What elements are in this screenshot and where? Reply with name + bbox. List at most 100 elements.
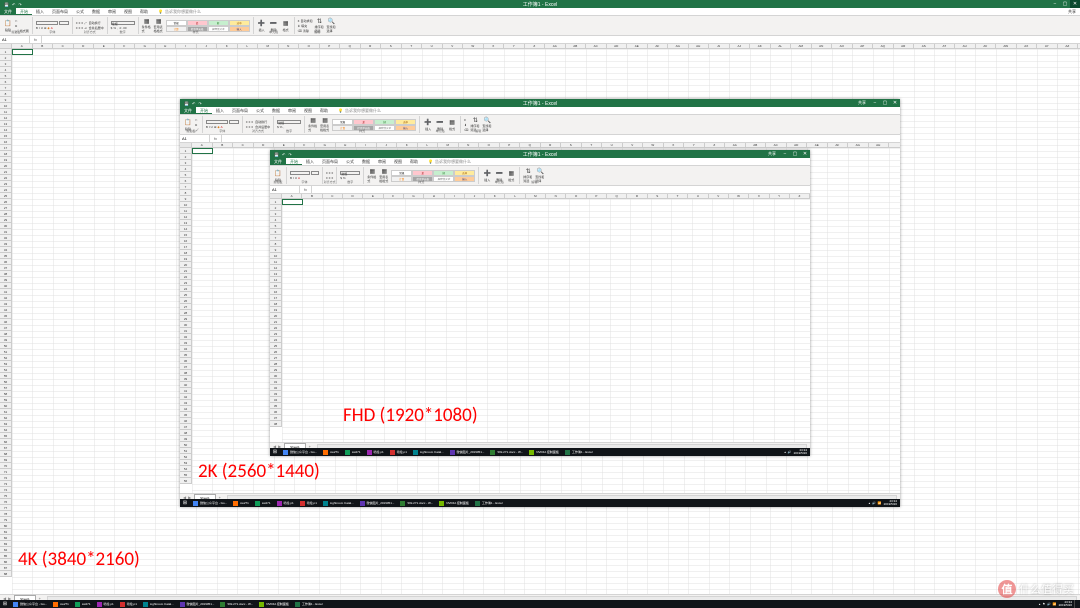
column-header[interactable]: V <box>443 44 464 48</box>
close-button[interactable]: ✕ <box>890 99 900 107</box>
column-header[interactable]: AQ <box>873 44 894 48</box>
taskbar-item[interactable]: 工作簿1 - Excel <box>472 499 506 507</box>
column-header[interactable]: P <box>587 194 607 198</box>
formula-input[interactable] <box>42 36 1080 43</box>
taskbar-item[interactable]: sw271 <box>342 448 364 456</box>
taskbar-item[interactable]: SW-271.docx - W... <box>217 600 256 608</box>
row-header[interactable]: 88 <box>0 571 12 577</box>
taskbar-item[interactable]: NVIDIA 控制面板 <box>526 448 562 456</box>
taskbar-item[interactable]: sw271 <box>50 600 72 608</box>
column-header[interactable]: T <box>402 44 423 48</box>
column-header[interactable]: AC <box>766 143 787 147</box>
column-header[interactable]: AC <box>586 44 607 48</box>
column-header[interactable]: AV <box>976 44 997 48</box>
column-header[interactable]: K <box>217 44 238 48</box>
column-header[interactable]: Q <box>607 194 627 198</box>
tab-formulas[interactable]: 公式 <box>72 8 88 15</box>
column-header[interactable]: A <box>282 194 302 198</box>
column-header[interactable]: AG <box>848 143 869 147</box>
column-header[interactable]: N <box>459 143 480 147</box>
taskbar-item[interactable]: 喷绘.p1 <box>274 499 297 507</box>
taskbar-item[interactable]: sw271 <box>72 600 94 608</box>
taskbar-item[interactable]: 微信图片_2019051... <box>447 448 488 456</box>
start-button[interactable]: ⊞ <box>0 600 10 608</box>
column-header[interactable]: M <box>258 44 279 48</box>
column-header[interactable]: F <box>384 194 404 198</box>
column-header[interactable]: X <box>664 143 685 147</box>
column-header[interactable]: Z <box>705 143 726 147</box>
column-header[interactable]: AX <box>1017 44 1038 48</box>
column-header[interactable]: W <box>729 194 749 198</box>
column-header[interactable]: AD <box>607 44 628 48</box>
column-header[interactable]: Y <box>504 44 525 48</box>
column-header[interactable]: AE <box>627 44 648 48</box>
column-header[interactable]: AB <box>566 44 587 48</box>
column-header[interactable]: L <box>418 143 439 147</box>
tell-me-search[interactable]: 告诉我你想要做什么 <box>158 8 201 15</box>
column-header[interactable]: W <box>463 44 484 48</box>
save-icon[interactable]: 💾 <box>4 2 9 7</box>
taskbar-item[interactable]: NVIDIA 控制面板 <box>256 600 292 608</box>
column-header[interactable]: T <box>668 194 688 198</box>
column-header[interactable]: AY <box>1037 44 1058 48</box>
column-header[interactable]: D <box>74 44 95 48</box>
column-header[interactable]: AD <box>787 143 808 147</box>
row-header[interactable]: 56 <box>180 478 192 484</box>
column-header[interactable]: AR <box>894 44 915 48</box>
column-header[interactable]: U <box>602 143 623 147</box>
column-header[interactable]: J <box>465 194 485 198</box>
column-header[interactable]: D <box>343 194 363 198</box>
column-header[interactable]: T <box>582 143 603 147</box>
column-header[interactable]: Q <box>520 143 541 147</box>
column-header[interactable]: B <box>213 143 234 147</box>
column-header[interactable]: B <box>33 44 54 48</box>
column-header[interactable]: X <box>484 44 505 48</box>
column-header[interactable]: AO <box>832 44 853 48</box>
column-header[interactable]: I <box>445 194 465 198</box>
column-header[interactable]: L <box>505 194 525 198</box>
column-header[interactable]: E <box>274 143 295 147</box>
column-header[interactable]: AG <box>668 44 689 48</box>
taskbar-item[interactable]: SW-271.docx - W... <box>397 499 436 507</box>
column-header[interactable]: AM <box>791 44 812 48</box>
tab-home[interactable]: 开始 <box>16 8 32 15</box>
column-header[interactable]: Z <box>790 194 810 198</box>
tab-file[interactable]: 文件 <box>0 8 16 15</box>
column-header[interactable]: S <box>648 194 668 198</box>
column-header[interactable]: R <box>361 44 382 48</box>
minimize-button[interactable]: − <box>1050 0 1060 8</box>
column-header[interactable]: AF <box>828 143 849 147</box>
column-header[interactable]: J <box>377 143 398 147</box>
taskbar-item[interactable]: Lightroom Catal... <box>320 499 357 507</box>
column-header[interactable]: R <box>627 194 647 198</box>
taskbar-item[interactable]: NVIDIA 控制面板 <box>436 499 472 507</box>
column-header[interactable]: O <box>479 143 500 147</box>
column-header[interactable]: AN <box>812 44 833 48</box>
column-header[interactable]: AB <box>746 143 767 147</box>
system-tray[interactable]: ▴⚑🔊📶 23:342019/5/20 <box>1036 600 1080 608</box>
taskbar-item[interactable]: 微信图片_2019051... <box>177 600 218 608</box>
name-box[interactable]: A1 <box>0 36 30 43</box>
show-desktop-button[interactable] <box>1074 600 1077 608</box>
column-header[interactable]: P <box>500 143 521 147</box>
column-header[interactable]: F <box>115 44 136 48</box>
column-header[interactable]: N <box>279 44 300 48</box>
taskbar-item[interactable]: 微信公众平台 - Go... <box>190 499 230 507</box>
column-header[interactable]: F <box>295 143 316 147</box>
column-header[interactable]: AZ <box>1058 44 1079 48</box>
column-header[interactable]: AE <box>807 143 828 147</box>
column-header[interactable]: O <box>566 194 586 198</box>
column-header[interactable]: M <box>526 194 546 198</box>
column-header[interactable]: O <box>299 44 320 48</box>
column-header[interactable]: AA <box>545 44 566 48</box>
minimize-button[interactable]: − <box>870 99 880 107</box>
column-header[interactable]: AL <box>771 44 792 48</box>
column-header[interactable]: E <box>94 44 115 48</box>
column-header[interactable]: C <box>233 143 254 147</box>
close-button[interactable]: ✕ <box>1070 0 1080 8</box>
fx-button[interactable]: fx <box>30 36 42 43</box>
column-header[interactable]: V <box>709 194 729 198</box>
column-header[interactable]: AH <box>869 143 890 147</box>
column-header[interactable]: X <box>749 194 769 198</box>
taskbar-item[interactable]: 喷绘.p1 <box>117 600 140 608</box>
